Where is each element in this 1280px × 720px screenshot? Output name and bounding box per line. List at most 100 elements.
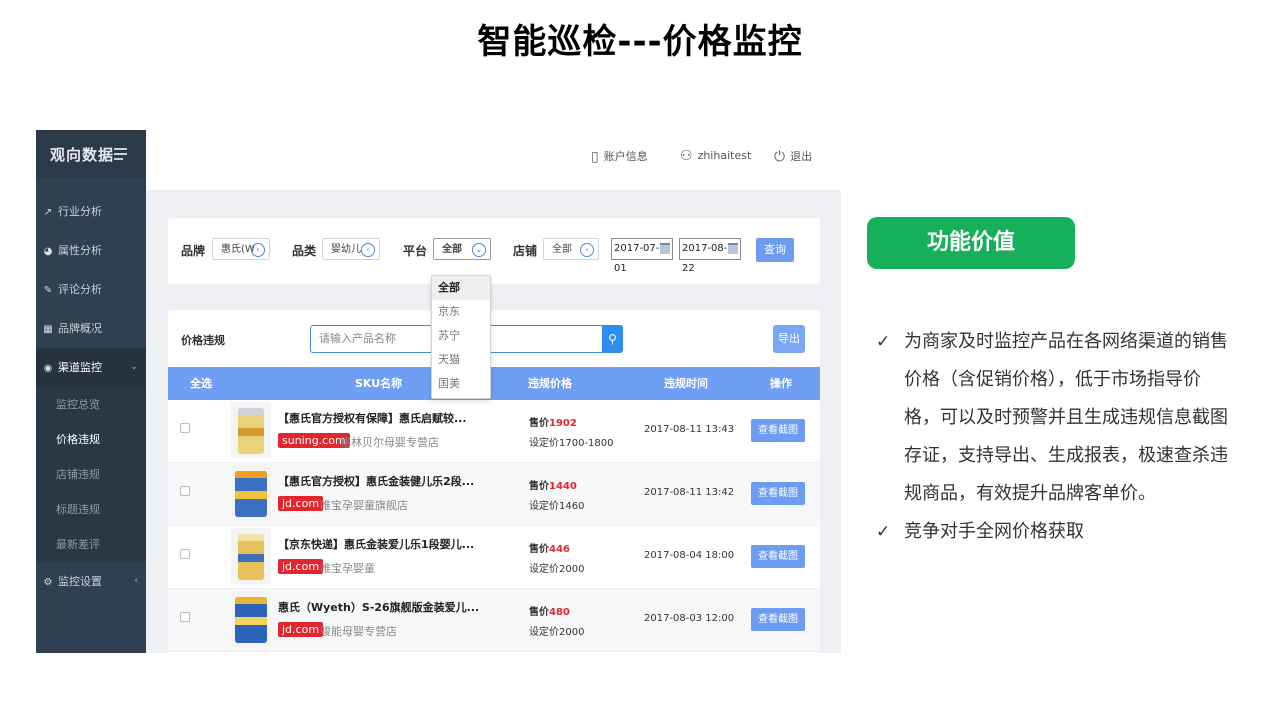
account-info-link[interactable]: ▯ 账户信息 xyxy=(591,148,648,165)
end-date-input[interactable]: 2017-08-22 xyxy=(679,238,741,274)
platform-option[interactable]: 全部 xyxy=(432,276,490,300)
power-icon: ⏻ xyxy=(774,149,786,165)
user-icon: ⚇ xyxy=(680,148,693,164)
violation-time: 2017-08-04 18:00 xyxy=(644,550,735,561)
product-title[interactable]: 【惠氏官方授权有保障】惠氏启赋较... xyxy=(278,410,467,426)
table-icon: ▦ xyxy=(43,324,53,335)
edit-icon: ✎ xyxy=(43,285,53,296)
logout-link[interactable]: ⏻ 退出 xyxy=(774,148,812,165)
category-label: 品类 xyxy=(292,244,317,258)
platform-dropdown: 全部 京东 苏宁 天猫 国美 xyxy=(431,275,491,399)
platform-option[interactable]: 苏宁 xyxy=(432,324,490,348)
line-chart-icon: ↗ xyxy=(43,207,53,218)
shop-select[interactable]: 全部 ‹ xyxy=(543,238,599,260)
shop-name: 骏能母婴专营店 xyxy=(320,625,397,638)
platform-badge: jd.com xyxy=(278,496,324,511)
topbar: ▯ 账户信息 ⚇ zhihaitest ⏻ 退出 xyxy=(146,130,841,190)
user-link[interactable]: ⚇ zhihaitest xyxy=(680,148,751,164)
platform-select[interactable]: 全部 ⌄ xyxy=(433,238,491,260)
table-row: 【京东快递】惠氏金装爱儿乐1段婴儿... jd.com 唯宝孕婴童 售价446 … xyxy=(168,526,820,589)
feature-value-badge: 功能价值 xyxy=(867,217,1075,269)
shop-name: 唯宝孕婴童旗舰店 xyxy=(320,499,408,512)
violation-time: 2017-08-11 13:42 xyxy=(644,487,735,498)
category-select[interactable]: 婴幼儿 ‹ xyxy=(322,238,380,260)
table-row: 惠氏（Wyeth）S-26旗舰版金装爱儿... jd.com 骏能母婴专营店 售… xyxy=(168,589,820,652)
row-checkbox[interactable] xyxy=(180,423,190,433)
subnav-price-violation[interactable]: 价格违规 xyxy=(36,422,146,457)
calendar-icon xyxy=(728,243,738,254)
logo: 观向数据 xyxy=(50,146,115,164)
view-screenshot-button[interactable]: 查看截图 xyxy=(751,608,805,631)
set-price: 设定价1460 xyxy=(529,501,585,512)
sidebar-item-industry[interactable]: ↗ 行业分析 xyxy=(36,192,146,231)
view-screenshot-button[interactable]: 查看截图 xyxy=(751,419,805,442)
brand-select[interactable]: 惠氏(W ‹ xyxy=(212,238,270,260)
product-image xyxy=(231,528,271,584)
subnav-shop-violation[interactable]: 店铺违规 xyxy=(36,457,146,492)
start-date-input[interactable]: 2017-07-01 xyxy=(611,238,673,274)
sidebar-nav: ↗ 行业分析 ◕ 属性分析 ✎ 评论分析 ▦ 品牌概况 ◉ 渠道监控 ⌄ 监控总览 价格违规… xyxy=(36,192,146,601)
platform-option[interactable]: 国美 xyxy=(432,372,490,396)
sidebar-item-channel[interactable]: ◉ 渠道监控 ⌄ xyxy=(36,348,146,387)
violation-price: 售价480 xyxy=(529,607,570,618)
subnav-overview[interactable]: 监控总览 xyxy=(36,387,146,422)
view-screenshot-button[interactable]: 查看截图 xyxy=(751,482,805,505)
row-checkbox[interactable] xyxy=(180,549,190,559)
feature-bullet: ✓ 竞争对手全网价格获取 xyxy=(876,513,1236,551)
set-price: 设定价1700-1800 xyxy=(529,438,614,449)
subnav-latest-bad-review[interactable]: 最新差评 xyxy=(36,527,146,562)
gear-icon: ⚙ xyxy=(43,577,53,588)
chevron-down-icon: ‹ xyxy=(361,243,375,257)
product-title[interactable]: 惠氏（Wyeth）S-26旗舰版金装爱儿... xyxy=(278,599,479,615)
platform-badge: jd.com xyxy=(278,559,324,574)
sidebar-subnav: 监控总览 价格违规 店铺违规 标题违规 最新差评 xyxy=(36,387,146,562)
price-violation-panel: 价格违规 请输入产品名称 ⚲ 导出 全选 SKU名称 违规价格 违规时间 操作 … xyxy=(168,310,820,653)
search-button[interactable]: ⚲ xyxy=(602,325,623,353)
sidebar-item-settings[interactable]: ⚙ 监控设置 ‹ xyxy=(36,562,146,601)
checkmark-icon: ✓ xyxy=(876,522,891,542)
shop-label: 店铺 xyxy=(513,244,538,258)
product-image xyxy=(231,591,271,647)
feature-bullet: ✓ 为商家及时监控产品在各网络渠道的销售价格（含促销价格），低于市场指导价格，可以… xyxy=(876,323,1236,513)
target-icon: ◉ xyxy=(43,363,53,374)
set-price: 设定价2000 xyxy=(529,627,585,638)
table-row: 【惠氏官方授权有保障】惠氏启赋较... suning.com 格林贝尔母婴专营店… xyxy=(168,400,820,463)
violation-time: 2017-08-11 13:43 xyxy=(644,424,735,435)
sidebar-item-review[interactable]: ✎ 评论分析 xyxy=(36,270,146,309)
sidebar-item-attribute[interactable]: ◕ 属性分析 xyxy=(36,231,146,270)
query-button[interactable]: 查询 xyxy=(756,238,794,262)
select-all-header[interactable]: 全选 xyxy=(190,367,212,400)
sidebar: 观向数据 ↗ 行业分析 ◕ 属性分析 ✎ 评论分析 ▦ 品牌概况 ◉ 渠道监控 ⌄ 监控总览… xyxy=(36,130,146,653)
row-checkbox[interactable] xyxy=(180,612,190,622)
platform-badge: jd.com xyxy=(278,622,324,637)
pie-chart-icon: ◕ xyxy=(43,246,53,257)
panel-title: 价格违规 xyxy=(181,334,225,347)
sidebar-item-brand[interactable]: ▦ 品牌概况 xyxy=(36,309,146,348)
checkmark-icon: ✓ xyxy=(876,332,891,352)
chevron-down-icon: ‹ xyxy=(580,243,594,257)
document-icon: ▯ xyxy=(591,149,599,165)
calendar-icon xyxy=(660,243,670,254)
hamburger-menu-icon[interactable] xyxy=(114,148,127,163)
platform-option[interactable]: 京东 xyxy=(432,300,490,324)
sku-name-header: SKU名称 xyxy=(355,377,403,390)
table-header: 全选 SKU名称 违规价格 违规时间 操作 xyxy=(168,367,820,400)
shop-name: 唯宝孕婴童 xyxy=(320,562,375,575)
subnav-title-violation[interactable]: 标题违规 xyxy=(36,492,146,527)
app-screenshot: 观向数据 ↗ 行业分析 ◕ 属性分析 ✎ 评论分析 ▦ 品牌概况 ◉ 渠道监控 ⌄ 监控总览… xyxy=(36,130,841,653)
platform-badge: suning.com xyxy=(278,433,350,448)
violation-price: 售价1902 xyxy=(529,418,577,429)
brand-label: 品牌 xyxy=(181,244,206,258)
export-button[interactable]: 导出 xyxy=(773,325,805,353)
table-row: 【惠氏官方授权】惠氏金装健儿乐2段... jd.com 唯宝孕婴童旗舰店 售价1… xyxy=(168,463,820,526)
row-checkbox[interactable] xyxy=(180,486,190,496)
platform-option[interactable]: 天猫 xyxy=(432,348,490,372)
product-title[interactable]: 【京东快递】惠氏金装爱儿乐1段婴儿... xyxy=(278,536,474,552)
view-screenshot-button[interactable]: 查看截图 xyxy=(751,545,805,568)
chevron-down-icon: ⌄ xyxy=(130,362,138,372)
product-title[interactable]: 【惠氏官方授权】惠氏金装健儿乐2段... xyxy=(278,473,474,489)
feature-description: ✓ 为商家及时监控产品在各网络渠道的销售价格（含促销价格），低于市场指导价格，可以… xyxy=(876,323,1236,551)
search-icon: ⚲ xyxy=(608,332,617,346)
product-image xyxy=(231,402,271,458)
chevron-down-icon: ‹ xyxy=(251,243,265,257)
